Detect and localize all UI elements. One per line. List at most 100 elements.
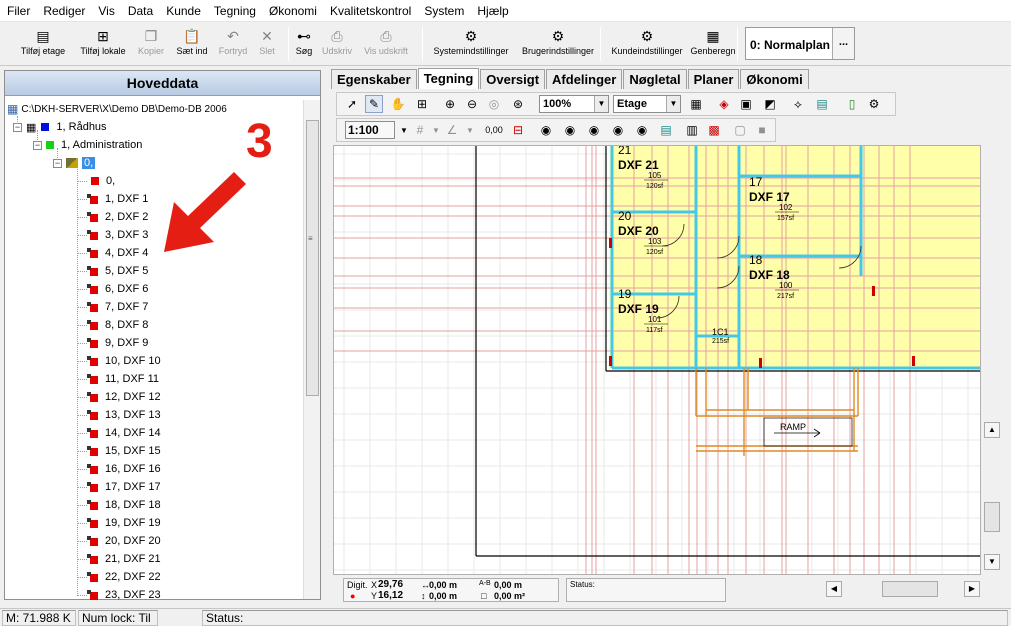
draw-tool-icon[interactable]: ✎ (365, 95, 383, 113)
tab-5[interactable]: Planer (687, 69, 740, 89)
tree-scrollbar[interactable]: ≡ (303, 100, 320, 599)
tree-room[interactable]: 9, DXF 9 (87, 335, 148, 351)
view-room-icon[interactable]: ◉ (561, 121, 579, 139)
chart-icon[interactable]: ◩ (761, 95, 779, 113)
toolbar-button-6[interactable]: ⊷ Søg (294, 25, 314, 63)
view-text-icon[interactable]: ◉ (537, 121, 555, 139)
tools-icon[interactable]: ⚙ (865, 95, 883, 113)
plan-more-button[interactable]: ... (832, 28, 854, 59)
drawing-vertical-scrollbar[interactable]: ▲ ▼ (983, 420, 1001, 572)
menu-item-2[interactable]: Vis (91, 0, 120, 22)
tree-scrollbar-thumb[interactable] (306, 120, 319, 396)
tree-room[interactable]: 4, DXF 4 (87, 245, 148, 261)
tree-room[interactable]: 17, DXF 17 (87, 479, 161, 495)
tree-room[interactable]: 2, DXF 2 (87, 209, 148, 225)
door-icon[interactable]: ▯ (843, 95, 861, 113)
tree-room[interactable]: 10, DXF 10 (87, 353, 161, 369)
view-area-icon[interactable]: ◉ (585, 121, 603, 139)
calendar-icon[interactable]: ▦ (687, 95, 705, 113)
toolbar-button-4[interactable]: ↶ Fortryd (214, 25, 252, 63)
tab-3[interactable]: Afdelinger (546, 69, 623, 89)
tree-room[interactable]: 14, DXF 14 (87, 425, 161, 441)
tree-room[interactable]: 0, (87, 173, 115, 189)
menu-item-5[interactable]: Tegning (207, 0, 262, 22)
toolbar-button-11[interactable]: ⚙ Kundeindstillinger (608, 25, 686, 63)
printer-red-icon[interactable]: ▩ (705, 121, 723, 139)
tree-building[interactable]: − ▦ 1, Rådhus (13, 119, 107, 135)
toolbar-button-10[interactable]: ⚙ Brugerindstillinger (518, 25, 598, 63)
plan-selector[interactable]: 0: Normalplan ... (745, 27, 855, 60)
scroll-left-icon[interactable]: ◀ (826, 581, 842, 597)
menu-item-8[interactable]: System (417, 0, 470, 22)
toolbar-button-7[interactable]: ⎙ Udskriv (319, 25, 355, 63)
toolbar-button-1[interactable]: ⊞ Tilføj lokale (74, 25, 132, 63)
tree-room[interactable]: 18, DXF 18 (87, 497, 161, 513)
tree-room[interactable]: 19, DXF 19 (87, 515, 161, 531)
frame-fill-icon[interactable]: ■ (753, 121, 771, 139)
mirror-icon[interactable]: ◈ (715, 95, 733, 113)
zoom-previous-icon[interactable]: ◎ (485, 95, 503, 113)
tree-room[interactable]: 12, DXF 12 (87, 389, 161, 405)
menu-item-6[interactable]: Økonomi (262, 0, 323, 22)
tree-room[interactable]: 6, DXF 6 (87, 281, 148, 297)
chevron-down-icon[interactable]: ▼ (461, 121, 479, 139)
hscroll-thumb[interactable] (882, 581, 938, 597)
tree-room[interactable]: 23, DXF 23 (87, 587, 161, 600)
tree-department[interactable]: −1, Administration (33, 137, 142, 153)
view-edit-icon[interactable]: ◉ (609, 121, 627, 139)
pointer-icon[interactable]: ➚ (343, 95, 361, 113)
menu-item-0[interactable]: Filer (0, 0, 36, 22)
tree-room[interactable]: 1, DXF 1 (87, 191, 148, 207)
menu-item-1[interactable]: Rediger (36, 0, 91, 22)
view-fill-icon[interactable]: ◉ (633, 121, 651, 139)
tree-room[interactable]: 16, DXF 16 (87, 461, 161, 477)
zoom-combo[interactable]: 100% ▼ (539, 95, 609, 113)
zoom-out-icon[interactable]: ⊖ (463, 95, 481, 113)
menu-item-4[interactable]: Kunde (159, 0, 207, 22)
ruler-icon[interactable]: ⊟ (509, 121, 527, 139)
tree-room[interactable]: 11, DXF 11 (87, 371, 159, 387)
layers-icon[interactable]: ▣ (737, 95, 755, 113)
tree-root[interactable]: ▦ C:\DKH-SERVER\X\Demo DB\Demo-DB 2006 (7, 101, 227, 117)
tree-room[interactable]: 7, DXF 7 (87, 299, 148, 315)
drawing-horizontal-scrollbar[interactable]: ◀ ▶ (824, 580, 984, 598)
tab-6[interactable]: Økonomi (740, 69, 809, 89)
menu-item-3[interactable]: Data (121, 0, 159, 22)
tab-4[interactable]: Nøgletal (623, 69, 687, 89)
toolbar-button-9[interactable]: ⚙ Systemindstillinger (430, 25, 512, 63)
image-icon[interactable]: ▤ (813, 95, 831, 113)
scroll-down-icon[interactable]: ▼ (984, 554, 1000, 570)
scale-combo[interactable]: 1:100 (345, 121, 395, 139)
tree-room[interactable]: 22, DXF 22 (87, 569, 161, 585)
toolbar-button-0[interactable]: ▤ Tilføj etage (14, 25, 72, 63)
tree-room[interactable]: 5, DXF 5 (87, 263, 148, 279)
angle-icon[interactable]: ∠ (443, 121, 461, 139)
tree-room[interactable]: 8, DXF 8 (87, 317, 148, 333)
tree-room[interactable]: 13, DXF 13 (87, 407, 161, 423)
tree-room[interactable]: 21, DXF 21 (87, 551, 161, 567)
tab-0[interactable]: Egenskaber (331, 69, 417, 89)
scroll-right-icon[interactable]: ▶ (964, 581, 980, 597)
layer-combo[interactable]: Etage ▼ (613, 95, 681, 113)
toolbar-button-5[interactable]: ✕ Slet (256, 25, 278, 63)
tree-room[interactable]: 15, DXF 15 (87, 443, 161, 459)
tab-1[interactable]: Tegning (417, 68, 480, 89)
toolbar-button-12[interactable]: ▦ Genberegn (690, 25, 736, 63)
snap-icon[interactable]: ⟡ (789, 95, 807, 113)
zoom-window-icon[interactable]: ⊞ (413, 95, 431, 113)
menu-item-7[interactable]: Kvalitetskontrol (323, 0, 417, 22)
toolbar-button-8[interactable]: ⎙ Vis udskrift (362, 25, 410, 63)
drawing-canvas[interactable]: 21 DXF 21 105 120sf 17 DXF 17 102 157sf 20 DXF 20… (333, 145, 981, 575)
building-icon[interactable]: ▥ (683, 121, 701, 139)
toolbar-button-2[interactable]: ❐ Kopier (134, 25, 168, 63)
scroll-up-icon[interactable]: ▲ (984, 422, 1000, 438)
view-image-icon[interactable]: ▤ (657, 121, 675, 139)
zoom-in-icon[interactable]: ⊕ (441, 95, 459, 113)
toolbar-button-3[interactable]: 📋 Sæt ind (172, 25, 212, 63)
pan-hand-icon[interactable]: ✋ (389, 95, 407, 113)
tree-room[interactable]: 3, DXF 3 (87, 227, 148, 243)
tab-2[interactable]: Oversigt (480, 69, 546, 89)
menu-item-9[interactable]: Hjælp (470, 0, 514, 22)
tree-room[interactable]: 20, DXF 20 (87, 533, 161, 549)
scroll-thumb[interactable] (984, 502, 1000, 532)
